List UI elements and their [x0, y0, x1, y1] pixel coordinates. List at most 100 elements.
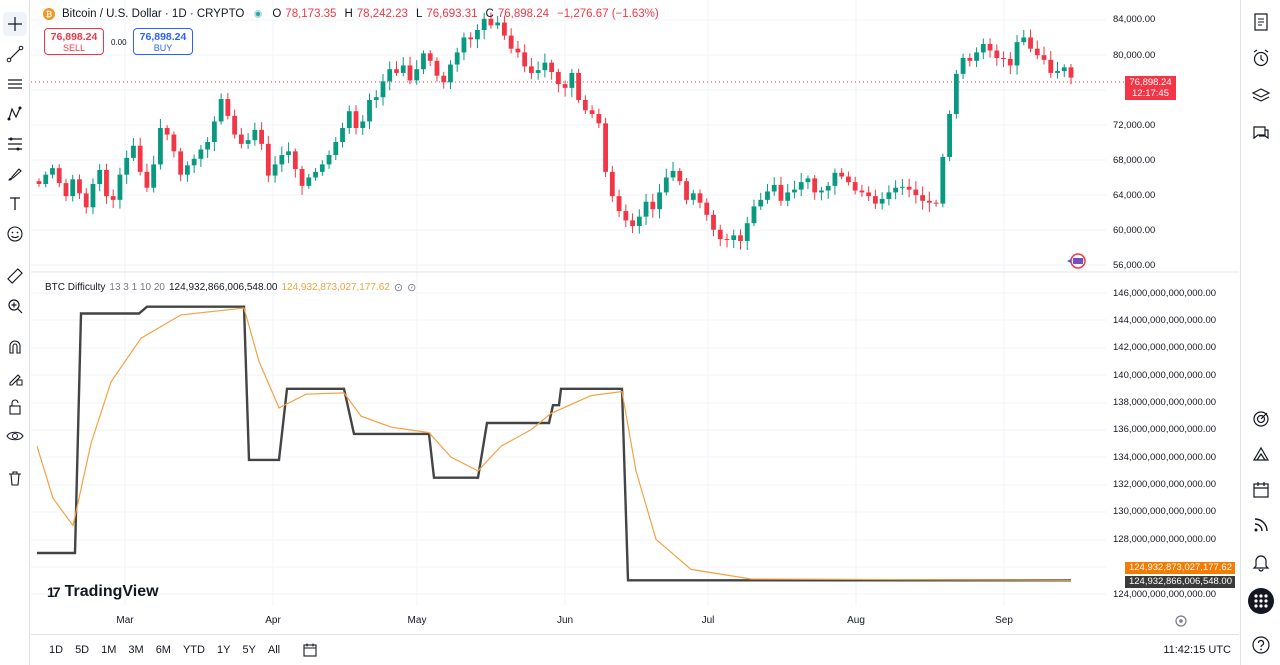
lock-drawing-icon[interactable]	[3, 366, 27, 390]
sell-label: SELL	[62, 42, 86, 53]
horizontal-lines-icon[interactable]	[3, 72, 27, 96]
candle-body	[920, 195, 926, 201]
range-5y-button[interactable]: 5Y	[236, 644, 261, 656]
sell-button[interactable]: 76,898.24 SELL	[44, 28, 104, 55]
candle-body	[178, 151, 184, 175]
candle-body	[953, 73, 959, 114]
ruler-icon[interactable]	[3, 264, 27, 288]
news-feed-icon[interactable]	[1249, 513, 1273, 537]
candle-body	[238, 134, 244, 144]
candle-body	[333, 142, 339, 156]
candle-body	[495, 22, 501, 26]
range-3m-button[interactable]: 3M	[122, 644, 149, 656]
calendar-icon[interactable]	[1249, 478, 1273, 502]
range-1m-button[interactable]: 1M	[95, 644, 122, 656]
alarm-clock-icon[interactable]	[1249, 46, 1273, 70]
candle-body	[758, 199, 764, 207]
trash-icon[interactable]	[3, 466, 27, 490]
candle-body	[731, 235, 737, 240]
candle-body	[886, 192, 892, 199]
layers-icon[interactable]	[1249, 84, 1273, 108]
go-to-date-calendar-icon[interactable]	[302, 642, 318, 658]
symbol-title[interactable]: Bitcoin / U.S. Dollar · 1D · CRYPTO	[62, 8, 244, 20]
drawing-toolbar	[0, 0, 30, 665]
apps-grid-icon[interactable]	[1247, 587, 1275, 615]
range-ytd-button[interactable]: YTD	[177, 644, 211, 656]
range-1d-button[interactable]: 1D	[43, 644, 69, 656]
range-6m-button[interactable]: 6M	[150, 644, 177, 656]
fib-retracement-icon[interactable]	[3, 132, 27, 156]
more-options-icon[interactable]: ⊙	[407, 281, 416, 294]
notifications-icon[interactable]	[1249, 550, 1273, 574]
indicator-axis-label: 140,000,000,000,000.00	[1113, 370, 1217, 381]
candle-body	[481, 18, 487, 30]
candle-body	[319, 164, 325, 172]
candle-body	[184, 165, 190, 175]
current-price: 76,898.24	[1129, 77, 1172, 88]
brush-icon[interactable]	[3, 162, 27, 186]
candle-body	[569, 72, 575, 88]
candle-body	[616, 196, 622, 212]
market-open-indicator	[254, 10, 263, 18]
candle-body	[650, 201, 656, 210]
target-icon[interactable]	[1249, 407, 1273, 431]
candle-body	[272, 164, 278, 176]
ideas-icon[interactable]	[1249, 442, 1273, 466]
chart-area[interactable]: ₿ Bitcoin / U.S. Dollar · 1D · CRYPTO O7…	[31, 0, 1239, 665]
candle-body	[947, 114, 952, 157]
close-value: 76,898.24	[497, 8, 550, 20]
candle-body	[225, 99, 231, 116]
buy-button[interactable]: 76,898.24 BUY	[133, 28, 193, 55]
emoji-icon[interactable]	[3, 222, 27, 246]
candle-body	[522, 52, 528, 67]
price-axis-label: 84,000.00	[1113, 14, 1156, 25]
candle-body	[670, 170, 676, 178]
tradingview-logo[interactable]: 17 TradingView	[47, 583, 159, 601]
settings-icon[interactable]: ⊙	[394, 281, 403, 294]
indicator-axis-label: 130,000,000,000,000.00	[1113, 506, 1217, 517]
crosshair-icon[interactable]	[3, 12, 27, 36]
chart-canvas[interactable]	[31, 0, 1239, 634]
utc-clock[interactable]: 11:42:15 UTC	[1163, 644, 1231, 656]
range-1y-button[interactable]: 1Y	[211, 644, 236, 656]
candle-body	[872, 196, 878, 204]
candle-body	[812, 178, 818, 193]
axis-settings-icon[interactable]	[1174, 614, 1188, 628]
candle-body	[171, 134, 177, 152]
candle-body	[340, 128, 345, 142]
help-icon[interactable]	[1249, 633, 1273, 657]
candle-body	[346, 111, 352, 128]
range-all-button[interactable]: All	[262, 644, 286, 656]
candle-body	[717, 229, 723, 240]
zoom-in-icon[interactable]	[3, 294, 27, 318]
candle-body	[771, 184, 777, 192]
candle-body	[441, 75, 447, 83]
candle-body	[1014, 42, 1020, 66]
magnet-icon[interactable]	[3, 335, 27, 359]
candle-body	[448, 64, 453, 83]
candle-body	[839, 172, 845, 177]
range-5d-button[interactable]: 5D	[69, 644, 95, 656]
candle-body	[124, 157, 130, 175]
candle-body	[832, 172, 838, 186]
trend-line-icon[interactable]	[3, 42, 27, 66]
candle-body	[286, 151, 291, 156]
candle-body	[191, 158, 197, 166]
chat-icon[interactable]	[1249, 121, 1273, 145]
candle-body	[232, 115, 238, 135]
candle-body	[117, 174, 123, 200]
eye-icon[interactable]	[3, 424, 27, 448]
us-flag-event-icon[interactable]	[1066, 253, 1086, 269]
candle-body	[866, 192, 872, 197]
price-axis-label: 68,000.00	[1113, 155, 1156, 166]
lock-icon[interactable]	[3, 395, 27, 419]
text-icon[interactable]	[3, 192, 27, 216]
pattern-icon[interactable]	[3, 102, 27, 126]
candle-body	[792, 189, 797, 193]
candle-body	[846, 176, 851, 183]
indicator-legend[interactable]: BTC Difficulty 13 3 1 10 20 124,932,866,…	[45, 281, 416, 294]
watchlist-icon[interactable]	[1249, 10, 1273, 34]
price-axis-label: 64,000.00	[1113, 190, 1156, 201]
price-axis-label: 80,000.00	[1113, 50, 1156, 61]
candle-body	[353, 111, 359, 128]
